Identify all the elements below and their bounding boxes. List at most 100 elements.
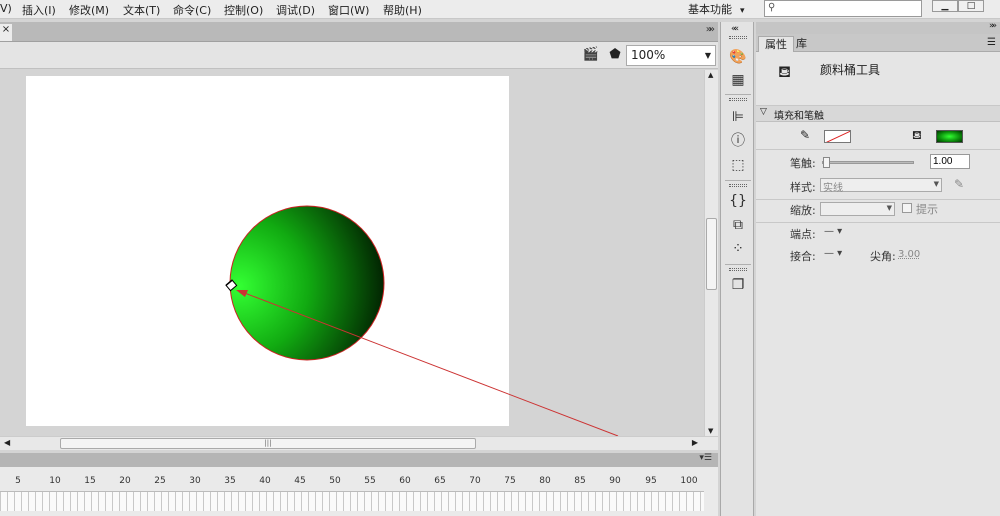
stroke-width-input[interactable] xyxy=(930,154,970,169)
scroll-right-icon[interactable]: ▶ xyxy=(692,438,698,447)
stroke-color-swatch[interactable] xyxy=(824,130,851,143)
scale-select[interactable]: ▼ xyxy=(820,202,895,216)
scroll-left-icon[interactable]: ◀ xyxy=(4,438,10,447)
components-icon[interactable]: ⧉ xyxy=(729,216,747,234)
workspace-label: 基本功能 xyxy=(688,3,732,16)
grip-handle[interactable] xyxy=(729,268,747,271)
tab-properties[interactable]: 属性 xyxy=(758,36,794,52)
ruler-tick: 15 xyxy=(84,476,96,486)
zoom-value: 100% xyxy=(631,48,666,62)
menu-view[interactable]: V) xyxy=(0,2,12,15)
collapse-icon[interactable]: »» xyxy=(989,21,997,31)
ruler-tick: 45 xyxy=(294,476,306,486)
edit-style-pencil-icon[interactable]: ✎ xyxy=(954,177,964,191)
ruler-tick: 100 xyxy=(680,476,698,486)
paint-bucket-icon: ⛾ xyxy=(912,128,922,142)
maximize-button[interactable]: □ xyxy=(958,0,984,12)
style-label: 样式: xyxy=(790,181,816,194)
panel-menu-icon[interactable]: ☰ xyxy=(987,37,996,48)
ruler-tick: 55 xyxy=(364,476,376,486)
timeline-ruler: 5 10 15 20 25 30 35 40 45 50 55 60 65 70… xyxy=(0,476,718,490)
miter-label: 尖角: xyxy=(870,250,896,263)
gradient-circle[interactable] xyxy=(229,205,385,361)
scroll-down-icon[interactable]: ▼ xyxy=(708,427,713,435)
timeline[interactable]: 5 10 15 20 25 30 35 40 45 50 55 60 65 70… xyxy=(0,467,718,516)
stage-drawing[interactable] xyxy=(0,70,704,436)
vertical-scroll-thumb[interactable] xyxy=(706,218,717,290)
tab-library[interactable]: 库 xyxy=(790,36,813,52)
workspace-switcher[interactable]: 基本功能 ▾ xyxy=(688,1,745,17)
menubar: V) 插入(I) 修改(M) 文本(T) 命令(C) 控制(O) 调试(D) 窗… xyxy=(0,0,1000,19)
document-tab-close[interactable]: × xyxy=(0,24,12,41)
ruler-tick: 60 xyxy=(399,476,411,486)
ruler-tick: 70 xyxy=(469,476,481,486)
timeline-header: ▾☰ xyxy=(0,453,718,467)
menu-help[interactable]: 帮助(H) xyxy=(383,2,422,18)
section-fill-stroke[interactable]: ▽ 填充和笔触 xyxy=(756,106,1000,122)
menu-control[interactable]: 控制(O) xyxy=(224,2,263,18)
info-icon[interactable]: ⓘ xyxy=(729,132,747,150)
edit-symbols-icon[interactable]: ⬟ xyxy=(604,47,626,63)
edit-bar: 🎬 ⬟ 100% ▼ xyxy=(0,42,718,69)
ruler-tick: 50 xyxy=(329,476,341,486)
no-color-slash xyxy=(825,131,850,142)
horizontal-scrollbar[interactable]: ◀ ||| ▶ xyxy=(0,436,718,450)
edit-scene-icon[interactable]: 🎬 xyxy=(580,47,602,63)
join-select[interactable]: — ▾ xyxy=(824,248,842,259)
grip-handle[interactable] xyxy=(729,36,747,39)
code-snippets-icon[interactable]: {} xyxy=(729,192,747,210)
stage-area[interactable] xyxy=(0,70,704,436)
hint-checkbox[interactable] xyxy=(902,203,912,213)
properties-panel: »» 属性 库 ☰ ⛾ 颜料桶工具 ▽ 填充和笔触 ✎ ⛾ 笔触: 样式: 实线… xyxy=(756,21,1000,516)
zoom-select[interactable]: 100% ▼ xyxy=(626,45,716,66)
color-palette-icon[interactable]: 🎨 xyxy=(729,48,747,66)
divider xyxy=(756,199,1000,200)
align-icon[interactable]: ⊫ xyxy=(729,108,747,126)
search-icon: ⚲ xyxy=(768,2,776,13)
swatches-grid-icon[interactable]: ▦ xyxy=(729,71,747,89)
ruler-tick: 80 xyxy=(539,476,551,486)
divider xyxy=(725,180,751,181)
grip-handle[interactable] xyxy=(729,184,747,187)
fill-color-swatch[interactable] xyxy=(936,130,963,143)
document-tabbar: × »» xyxy=(0,22,718,42)
layers-icon[interactable]: ❐ xyxy=(729,276,747,294)
scroll-up-icon[interactable]: ▲ xyxy=(708,71,713,79)
scale-label: 缩放: xyxy=(790,204,816,217)
ruler-tick: 65 xyxy=(434,476,446,486)
slider-knob[interactable] xyxy=(823,157,830,168)
ruler-tick: 35 xyxy=(224,476,236,486)
miter-value[interactable]: 3.00 xyxy=(898,249,920,260)
motion-presets-icon[interactable]: ⁘ xyxy=(729,240,747,258)
tool-info: ⛾ 颜料桶工具 xyxy=(756,52,1000,106)
annotation-arrow-line xyxy=(241,291,619,436)
menu-commands[interactable]: 命令(C) xyxy=(173,2,211,18)
chevron-down-icon: ▼ xyxy=(704,51,711,60)
menu-debug[interactable]: 调试(D) xyxy=(276,2,315,18)
style-value: 实线 xyxy=(823,183,843,194)
stroke-style-select[interactable]: 实线 ▼ xyxy=(820,178,942,194)
menu-window[interactable]: 窗口(W) xyxy=(328,2,369,18)
chevron-down-icon: ▾ xyxy=(740,6,745,16)
collapse-icon[interactable]: »» xyxy=(706,24,715,35)
panel-menu-icon[interactable]: ▾☰ xyxy=(699,453,712,463)
paint-bucket-icon: ⛾ xyxy=(778,62,792,81)
grip-handle[interactable] xyxy=(729,98,747,101)
stroke-width-slider[interactable] xyxy=(822,157,914,168)
minimize-button[interactable]: ▁ xyxy=(932,0,958,12)
search-input[interactable]: ⚲ xyxy=(764,0,922,17)
menu-insert[interactable]: 插入(I) xyxy=(22,2,56,18)
ruler-tick: 5 xyxy=(15,476,21,486)
vertical-scrollbar[interactable]: ▲ ▼ xyxy=(704,70,718,436)
cap-select[interactable]: — ▾ xyxy=(824,226,842,237)
horizontal-scroll-thumb[interactable]: ||| xyxy=(60,438,476,449)
divider xyxy=(756,149,1000,150)
ruler-tick: 25 xyxy=(154,476,166,486)
timeline-frames[interactable] xyxy=(0,491,704,511)
menu-text[interactable]: 文本(T) xyxy=(123,2,160,18)
transform-icon[interactable]: ⬚ xyxy=(729,156,747,174)
expand-icon[interactable]: «« xyxy=(731,24,739,34)
tool-name: 颜料桶工具 xyxy=(820,63,881,77)
ruler-tick: 95 xyxy=(645,476,657,486)
menu-modify[interactable]: 修改(M) xyxy=(69,2,109,18)
